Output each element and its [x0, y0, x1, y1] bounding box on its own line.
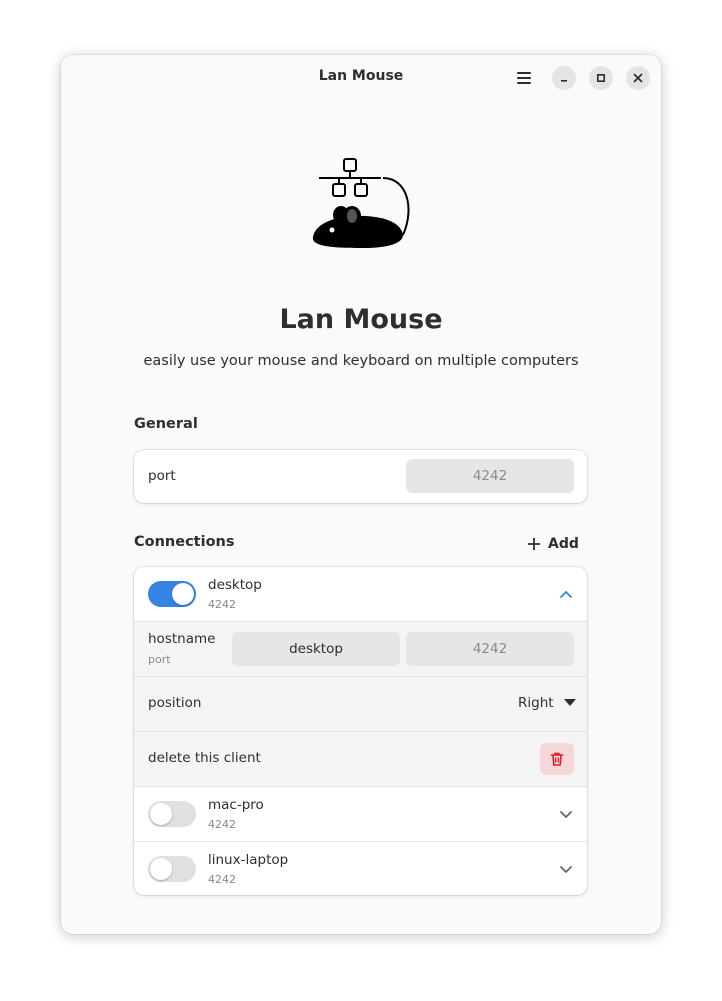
delete-client-button[interactable] [540, 743, 574, 775]
client-port: 4242 [208, 818, 236, 831]
plus-icon [528, 538, 540, 550]
general-section-title: General [134, 416, 198, 432]
hostname-label: hostname [148, 631, 216, 647]
client-port: 4242 [208, 873, 236, 886]
client-name: desktop [208, 577, 262, 593]
client-toggle-mac-pro[interactable] [148, 801, 196, 827]
port-input[interactable]: 4242 [406, 459, 574, 493]
hamburger-menu-icon[interactable] [513, 67, 535, 89]
client-row-linux-laptop[interactable]: linux-laptop 4242 [134, 842, 587, 895]
header-bar: Lan Mouse [61, 55, 661, 101]
connections-section-title: Connections [134, 534, 235, 550]
hostname-input[interactable]: desktop [232, 632, 400, 666]
client-name: linux-laptop [208, 852, 289, 868]
maximize-button[interactable] [589, 66, 613, 90]
close-button[interactable] [626, 66, 650, 90]
chevron-down-icon[interactable] [558, 861, 574, 877]
client-delete-row: delete this client [134, 732, 587, 786]
close-icon [633, 73, 643, 83]
port-label: port [148, 468, 176, 484]
position-dropdown[interactable]: Right [518, 695, 576, 711]
minimize-button[interactable] [552, 66, 576, 90]
client-row-desktop[interactable]: desktop 4242 [134, 567, 587, 621]
lan-mouse-logo-icon [312, 158, 410, 248]
minimize-icon [561, 80, 567, 82]
chevron-up-icon[interactable] [558, 586, 574, 602]
client-row-mac-pro[interactable]: mac-pro 4242 [134, 787, 587, 841]
trash-icon [550, 752, 564, 766]
position-value: Right [518, 695, 554, 711]
app-window: Lan Mouse Lan Mouse easily use your mous… [61, 55, 661, 934]
client-toggle-linux-laptop[interactable] [148, 856, 196, 882]
app-description: easily use your mouse and keyboard on mu… [143, 353, 579, 369]
delete-label: delete this client [148, 750, 261, 766]
port-sublabel: port [148, 653, 171, 666]
client-port-input[interactable]: 4242 [406, 632, 574, 666]
client-name: mac-pro [208, 797, 264, 813]
client-address-row: hostname port desktop 4242 [134, 622, 587, 676]
client-position-row: position Right [134, 677, 587, 731]
chevron-down-icon[interactable] [558, 806, 574, 822]
client-toggle-desktop[interactable] [148, 581, 196, 607]
client-port: 4242 [208, 598, 236, 611]
connections-card: desktop 4242 hostname port desktop 4242 … [134, 567, 587, 895]
app-name: Lan Mouse [279, 304, 443, 335]
add-client-button[interactable]: Add [527, 533, 579, 555]
position-label: position [148, 695, 202, 711]
general-card: port 4242 [134, 450, 587, 503]
maximize-icon [596, 73, 606, 83]
add-button-label: Add [548, 536, 579, 552]
dropdown-arrow-icon [563, 699, 576, 706]
